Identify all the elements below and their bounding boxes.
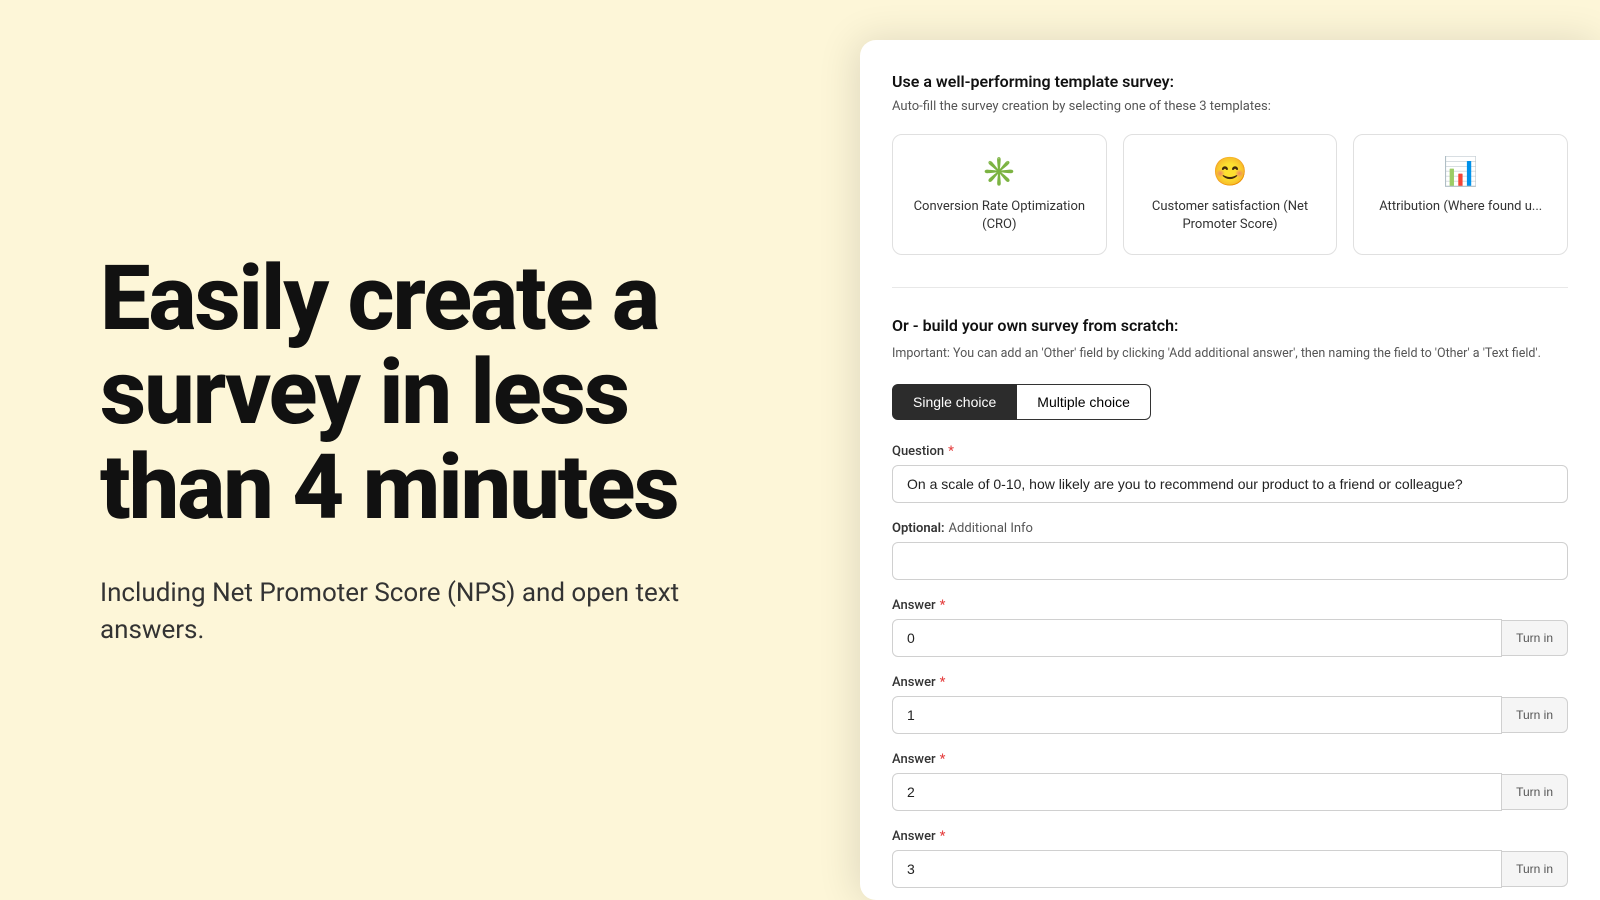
answer-0-group: Answer * Turn in bbox=[892, 598, 1568, 657]
right-panel: Use a well-performing template survey: A… bbox=[860, 40, 1600, 900]
answer-2-label: Answer * bbox=[892, 752, 1568, 767]
nps-label: Customer satisfaction (Net Promoter Scor… bbox=[1140, 198, 1321, 234]
multiple-choice-button[interactable]: Multiple choice bbox=[1017, 384, 1151, 420]
answer-1-required: * bbox=[940, 675, 946, 690]
optional-label: Optional: Additional Info bbox=[892, 521, 1568, 536]
question-label: Question * bbox=[892, 444, 1568, 459]
answer-3-required: * bbox=[940, 829, 946, 844]
answer-0-label: Answer * bbox=[892, 598, 1568, 613]
question-required: * bbox=[948, 444, 954, 459]
optional-field-group: Optional: Additional Info bbox=[892, 521, 1568, 580]
template-subtitle: Auto-fill the survey creation by selecti… bbox=[892, 99, 1568, 114]
template-card-nps[interactable]: 😊 Customer satisfaction (Net Promoter Sc… bbox=[1123, 134, 1338, 255]
scratch-note: Important: You can add an 'Other' field … bbox=[892, 345, 1568, 364]
question-input[interactable] bbox=[892, 465, 1568, 503]
additional-info-input[interactable] bbox=[892, 542, 1568, 580]
nps-icon: 😊 bbox=[1213, 155, 1248, 188]
answer-1-input[interactable] bbox=[892, 696, 1502, 734]
answer-2-input[interactable] bbox=[892, 773, 1502, 811]
template-title: Use a well-performing template survey: bbox=[892, 72, 1568, 91]
template-section: Use a well-performing template survey: A… bbox=[892, 72, 1568, 255]
section-divider bbox=[892, 287, 1568, 288]
template-cards: ✳️ Conversion Rate Optimization (CRO) 😊 … bbox=[892, 134, 1568, 255]
answer-1-row: Turn in bbox=[892, 696, 1568, 734]
answer-3-row: Turn in bbox=[892, 850, 1568, 888]
cro-icon: ✳️ bbox=[982, 155, 1017, 188]
left-panel: Easily create a survey in less than 4 mi… bbox=[0, 0, 860, 900]
scratch-section: Or - build your own survey from scratch:… bbox=[892, 316, 1568, 888]
answer-2-group: Answer * Turn in bbox=[892, 752, 1568, 811]
question-field-group: Question * bbox=[892, 444, 1568, 503]
cro-label: Conversion Rate Optimization (CRO) bbox=[909, 198, 1090, 234]
template-card-cro[interactable]: ✳️ Conversion Rate Optimization (CRO) bbox=[892, 134, 1107, 255]
answer-1-label: Answer * bbox=[892, 675, 1568, 690]
turn-in-3-button[interactable]: Turn in bbox=[1502, 851, 1568, 887]
turn-in-1-button[interactable]: Turn in bbox=[1502, 697, 1568, 733]
answer-0-row: Turn in bbox=[892, 619, 1568, 657]
single-choice-button[interactable]: Single choice bbox=[892, 384, 1017, 420]
answer-0-required: * bbox=[940, 598, 946, 613]
hero-subtitle: Including Net Promoter Score (NPS) and o… bbox=[100, 575, 700, 648]
template-card-attribution[interactable]: 📊 Attribution (Where found u... bbox=[1353, 134, 1568, 255]
panel-content: Use a well-performing template survey: A… bbox=[860, 40, 1600, 900]
answer-1-group: Answer * Turn in bbox=[892, 675, 1568, 734]
attribution-label: Attribution (Where found u... bbox=[1379, 198, 1542, 216]
scratch-title: Or - build your own survey from scratch: bbox=[892, 316, 1568, 335]
turn-in-2-button[interactable]: Turn in bbox=[1502, 774, 1568, 810]
answer-2-row: Turn in bbox=[892, 773, 1568, 811]
turn-in-0-button[interactable]: Turn in bbox=[1502, 620, 1568, 656]
answer-0-input[interactable] bbox=[892, 619, 1502, 657]
answer-2-required: * bbox=[940, 752, 946, 767]
answer-3-input[interactable] bbox=[892, 850, 1502, 888]
attribution-icon: 📊 bbox=[1443, 155, 1478, 188]
hero-title: Easily create a survey in less than 4 mi… bbox=[100, 252, 760, 536]
answer-3-group: Answer * Turn in bbox=[892, 829, 1568, 888]
answer-3-label: Answer * bbox=[892, 829, 1568, 844]
choice-button-group: Single choice Multiple choice bbox=[892, 384, 1568, 420]
